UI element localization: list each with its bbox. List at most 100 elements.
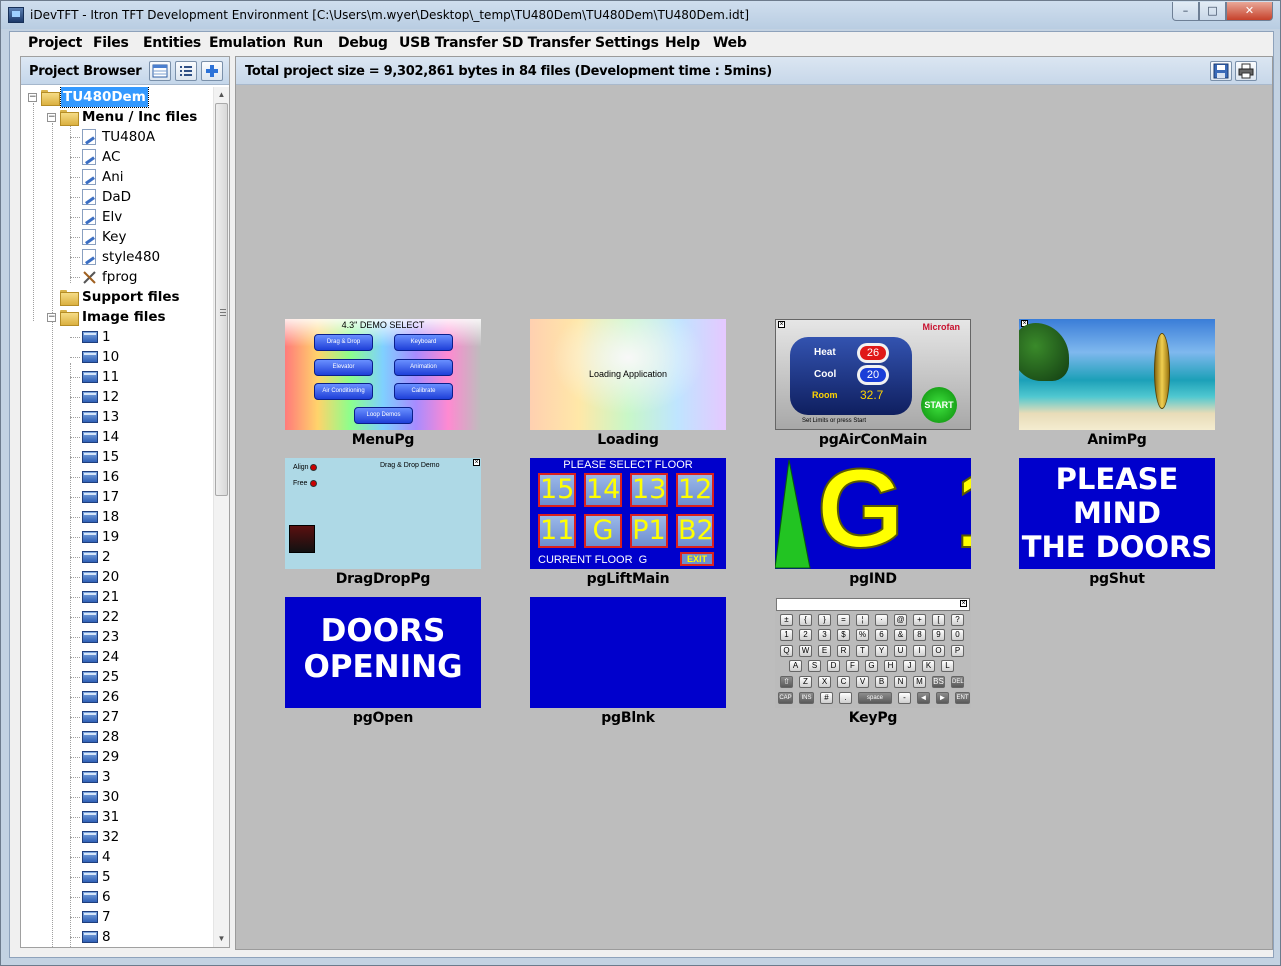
maximize-button[interactable]: □	[1199, 2, 1226, 21]
menu-help[interactable]: Help	[665, 35, 700, 51]
page-thumb-keypg[interactable]: × ± {} = ¦ · @ + [? 1 2 3 $% 6 & 8 9 0 Q W E R T Y U I O P A S D F G H J K…	[775, 597, 971, 708]
page-label-dragdroppg[interactable]: DragDropPg	[263, 571, 503, 587]
page-thumb-pgblnk[interactable]	[530, 597, 726, 708]
menu-run[interactable]: Run	[293, 35, 323, 51]
tree-folder-support[interactable]: Support files	[21, 287, 213, 307]
tree-image-item[interactable]: 16	[21, 467, 213, 487]
project-tree: − TU480Dem − Menu / Inc files Support fi…	[21, 87, 213, 947]
tree-image-item[interactable]: 10	[21, 347, 213, 367]
tree-image-item[interactable]: 32	[21, 827, 213, 847]
page-thumb-dragdroppg[interactable]: × Drag & Drop Demo Align Free	[285, 458, 481, 569]
page-label-menupg[interactable]: MenuPg	[263, 432, 503, 448]
title-bar[interactable]: iDevTFT - Itron TFT Development Environm…	[1, 1, 1280, 29]
close-button[interactable]: ✕	[1226, 2, 1273, 21]
collapse-icon[interactable]: −	[47, 313, 56, 322]
tree-folder-menu-inc[interactable]: − Menu / Inc files	[21, 107, 213, 127]
print-button[interactable]	[1235, 61, 1257, 81]
tree-image-item[interactable]: 21	[21, 587, 213, 607]
tree-image-item[interactable]: 5	[21, 867, 213, 887]
tree-image-item[interactable]: 12	[21, 387, 213, 407]
collapse-icon[interactable]: −	[28, 93, 37, 102]
tree-image-item[interactable]: 28	[21, 727, 213, 747]
menu-files[interactable]: Files	[93, 35, 129, 51]
tree-image-item[interactable]: 27	[21, 707, 213, 727]
tree-image-item[interactable]: 8	[21, 927, 213, 947]
menu-debug[interactable]: Debug	[338, 35, 388, 51]
tree-image-item[interactable]: 11	[21, 367, 213, 387]
tree-file-item[interactable]: Key	[21, 227, 213, 247]
tree-image-item[interactable]: 2	[21, 547, 213, 567]
menu-usb-transfer[interactable]: USB Transfer	[399, 35, 498, 51]
image-file-icon	[82, 851, 98, 863]
tree-image-item[interactable]: 1	[21, 327, 213, 347]
page-label-pgshut[interactable]: pgShut	[997, 571, 1237, 587]
page-label-pgblnk[interactable]: pgBlnk	[508, 710, 748, 726]
tree-image-label: 3	[102, 769, 111, 785]
scroll-down-arrow-icon[interactable]: ▼	[214, 931, 229, 946]
page-thumb-pgliftmain[interactable]: PLEASE SELECT FLOOR 15 14 13 12 11 G P1 …	[530, 458, 726, 569]
tree-file-item[interactable]: Elv	[21, 207, 213, 227]
menu-emulation[interactable]: Emulation	[209, 35, 286, 51]
page-thumb-pgairconmain[interactable]: × Microfan Heat 26 Cool 20 Room 32.7 STA…	[775, 319, 971, 430]
page-label-pgopen[interactable]: pgOpen	[263, 710, 503, 726]
tree-image-item[interactable]: 30	[21, 787, 213, 807]
minimize-button[interactable]: –	[1172, 2, 1199, 21]
tree-image-item[interactable]: 26	[21, 687, 213, 707]
tree-image-item[interactable]: 29	[21, 747, 213, 767]
list-view-button[interactable]	[175, 61, 197, 81]
menu-sd-transfer[interactable]: SD Transfer	[502, 35, 591, 51]
page-thumb-pgshut[interactable]: PLEASE MIND THE DOORS	[1019, 458, 1215, 569]
save-button[interactable]	[1210, 61, 1232, 81]
page-label-loading[interactable]: Loading	[508, 432, 748, 448]
tree-image-item[interactable]: 20	[21, 567, 213, 587]
add-button[interactable]	[201, 61, 223, 81]
tree-file-item[interactable]: style480	[21, 247, 213, 267]
keyboard-key: 6	[875, 629, 888, 641]
tree-scrollbar[interactable]: ▲ ▼	[213, 87, 229, 947]
tree-image-item[interactable]: 4	[21, 847, 213, 867]
tree-image-item[interactable]: 25	[21, 667, 213, 687]
tree-root[interactable]: − TU480Dem	[21, 87, 213, 108]
tree-image-item[interactable]: 31	[21, 807, 213, 827]
tree-image-item[interactable]: 13	[21, 407, 213, 427]
tree-image-item[interactable]: 19	[21, 527, 213, 547]
tree-file-item[interactable]: DaD	[21, 187, 213, 207]
menu-entities[interactable]: Entities	[143, 35, 201, 51]
page-label-animpg[interactable]: AnimPg	[997, 432, 1237, 448]
page-thumb-menupg[interactable]: 4.3" DEMO SELECT Drag & Drop Keyboard El…	[285, 319, 481, 430]
menu-web[interactable]: Web	[713, 35, 747, 51]
tree-image-item[interactable]: 15	[21, 447, 213, 467]
page-thumb-loading[interactable]: Loading Application	[530, 319, 726, 430]
page-thumb-pgind[interactable]: G 1	[775, 458, 971, 569]
tree-image-item[interactable]: 6	[21, 887, 213, 907]
tree-image-item[interactable]: 24	[21, 647, 213, 667]
tree-image-item[interactable]: 18	[21, 507, 213, 527]
calendar-view-button[interactable]	[149, 61, 171, 81]
tree-image-item[interactable]: 23	[21, 627, 213, 647]
tree-folder-images[interactable]: − Image files	[21, 307, 213, 327]
page-label-pgairconmain[interactable]: pgAirConMain	[753, 432, 993, 448]
tree-file-item[interactable]: TU480A	[21, 127, 213, 147]
tree-image-item[interactable]: 7	[21, 907, 213, 927]
page-thumb-animpg[interactable]: ×	[1019, 319, 1215, 430]
scroll-up-arrow-icon[interactable]: ▲	[214, 87, 229, 102]
keyboard-key: M	[913, 676, 926, 688]
menu-project[interactable]: Project	[28, 35, 82, 51]
tree-file-item[interactable]: AC	[21, 147, 213, 167]
tree-image-item[interactable]: 22	[21, 607, 213, 627]
scrollbar-thumb[interactable]	[215, 103, 228, 496]
collapse-icon[interactable]: −	[47, 113, 56, 122]
page-label-pgind[interactable]: pgIND	[753, 571, 993, 587]
tree-image-label: 17	[102, 489, 120, 505]
tree-image-item[interactable]: 14	[21, 427, 213, 447]
keyboard-key: INS	[799, 692, 814, 704]
tree-image-item[interactable]: 17	[21, 487, 213, 507]
tree-image-item[interactable]: 3	[21, 767, 213, 787]
page-label-pgliftmain[interactable]: pgLiftMain	[508, 571, 748, 587]
menu-settings[interactable]: Settings	[595, 35, 659, 51]
keyboard-key: Z	[799, 676, 812, 688]
tree-file-item[interactable]: Ani	[21, 167, 213, 187]
tree-file-item[interactable]: fprog	[21, 267, 213, 287]
page-thumb-pgopen[interactable]: DOORS OPENING	[285, 597, 481, 708]
page-label-keypg[interactable]: KeyPg	[753, 710, 993, 726]
